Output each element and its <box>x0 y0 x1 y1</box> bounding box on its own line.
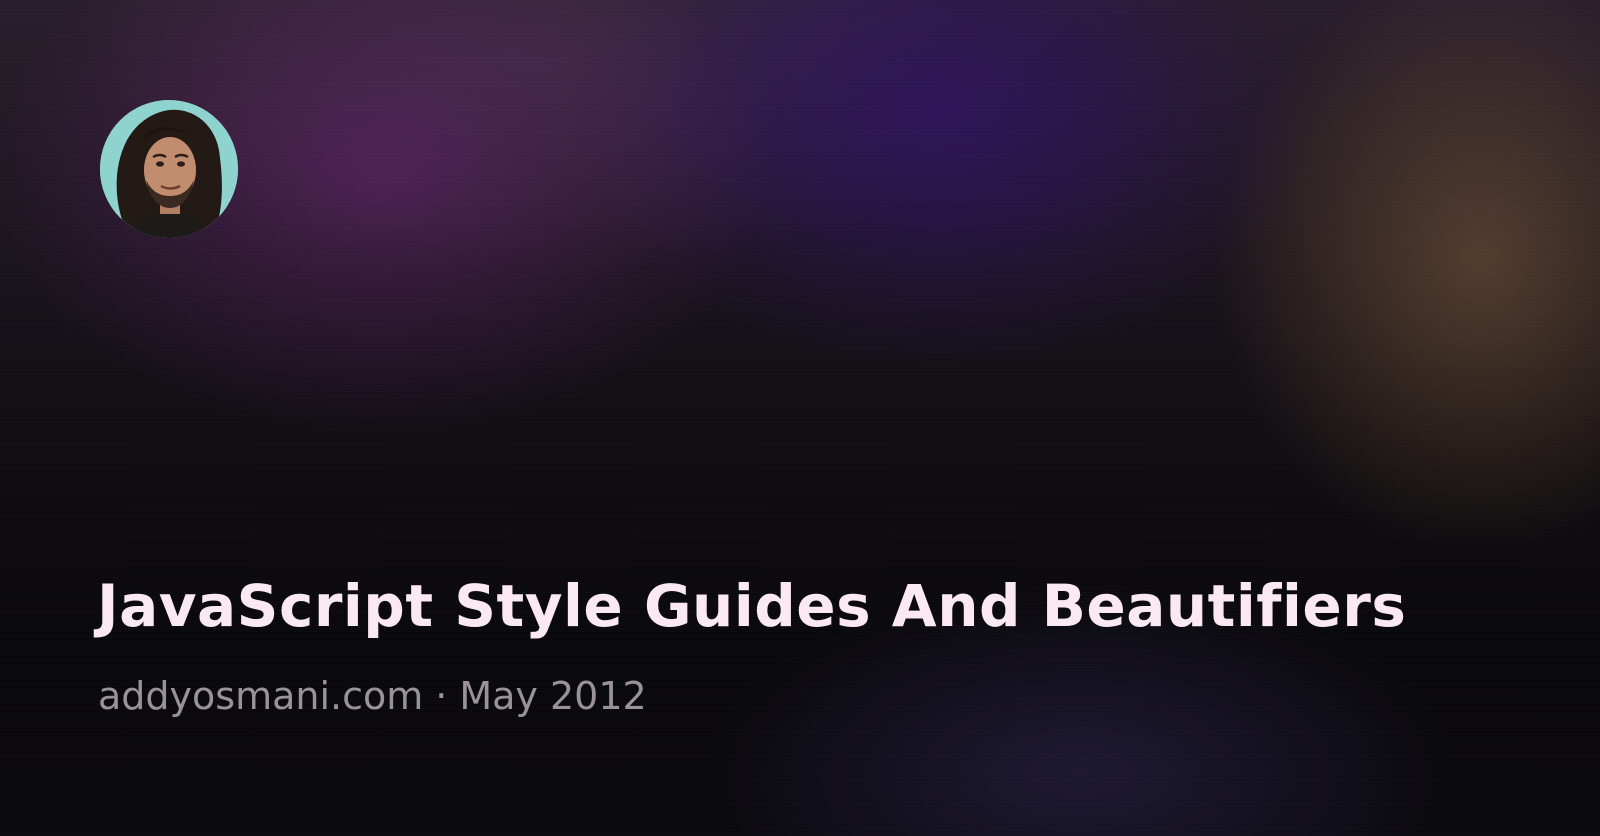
post-meta: addyosmani.com · May 2012 <box>98 672 647 720</box>
author-avatar <box>100 100 238 238</box>
social-card: JavaScript Style Guides And Beautifiers … <box>0 0 1600 836</box>
post-title: JavaScript Style Guides And Beautifiers <box>97 572 1407 640</box>
post-date: May 2012 <box>459 674 647 718</box>
site-name: addyosmani.com <box>98 674 424 718</box>
meta-separator: · <box>435 674 448 718</box>
avatar-portrait-image <box>100 100 238 238</box>
